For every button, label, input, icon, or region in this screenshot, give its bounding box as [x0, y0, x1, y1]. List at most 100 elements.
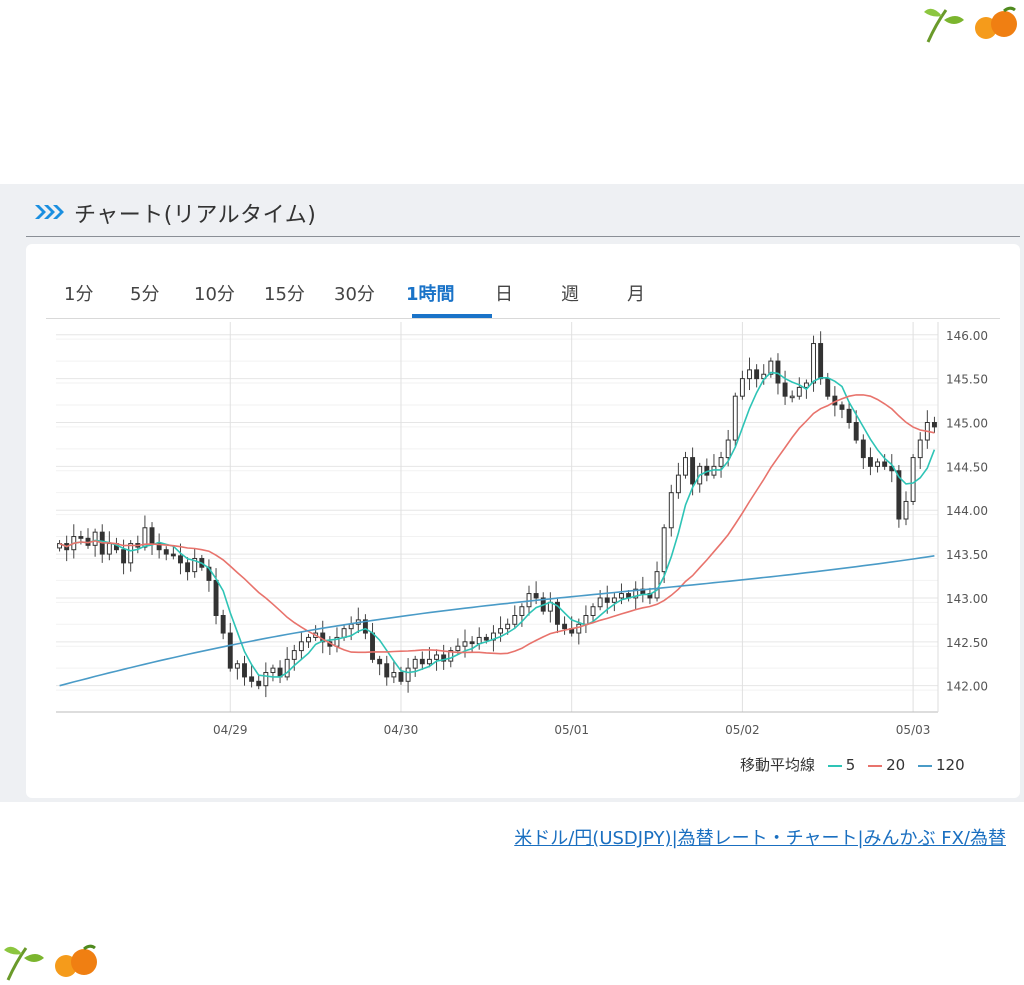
candle-body	[860, 439, 866, 459]
candle-body	[370, 632, 375, 660]
legend-label-20: 20	[886, 756, 906, 774]
candle-body	[533, 593, 539, 599]
candle-body	[839, 404, 845, 410]
candle-body	[263, 672, 269, 687]
ma-line-20	[59, 394, 935, 655]
candle-body	[683, 457, 688, 476]
x-tick-label: 04/29	[213, 723, 248, 737]
candle-body	[739, 378, 745, 397]
candle-body	[931, 422, 937, 428]
candle-body	[298, 641, 304, 652]
leaf-orange-decoration-top	[924, 6, 1017, 43]
candle-body	[256, 680, 262, 687]
y-tick-label: 145.50	[946, 373, 988, 387]
candle-body	[149, 527, 155, 545]
candle-body	[668, 492, 674, 529]
candle-body	[412, 658, 418, 669]
candle-body	[178, 555, 183, 564]
candle-body	[163, 549, 169, 555]
candle-body	[604, 597, 610, 603]
y-tick-label: 142.50	[946, 636, 988, 650]
candle-body	[185, 562, 191, 573]
y-tick-label: 144.00	[946, 504, 988, 518]
legend-swatch-120	[918, 764, 932, 767]
legend-swatch-20	[868, 764, 883, 767]
candle-body	[227, 632, 233, 669]
x-tick-label: 04/30	[384, 723, 419, 737]
y-tick-label: 146.00	[946, 329, 988, 343]
legend-label-120: 120	[936, 756, 965, 774]
price-chart[interactable]: 142.00 142.50 143.00 143.50 144.00 144.50 145.…	[26, 244, 1020, 798]
y-tick-label: 143.50	[946, 548, 988, 562]
candle-body	[234, 663, 240, 669]
candle-body	[583, 615, 589, 625]
candle-body	[377, 658, 383, 665]
y-tick-label: 145.00	[946, 417, 988, 431]
candle-body	[213, 579, 219, 616]
candle-body	[562, 623, 568, 630]
moving-average-legend: 移動平均線 5 20 120	[740, 754, 965, 775]
candle-body	[789, 395, 795, 399]
y-tick-label: 142.00	[946, 680, 988, 694]
candle-body	[675, 474, 681, 494]
candle-body	[882, 461, 888, 467]
x-tick-label: 05/02	[725, 723, 760, 737]
candle-body	[782, 382, 788, 397]
candle-body	[220, 615, 226, 634]
candle-body	[725, 439, 731, 459]
candle-body	[483, 636, 489, 641]
candle-body	[718, 457, 724, 467]
legend-title: 移動平均線	[740, 756, 816, 774]
candle-body	[654, 571, 660, 599]
candle-body	[476, 636, 482, 645]
candle-body	[867, 457, 873, 467]
candle-body	[270, 667, 276, 674]
candle-body	[419, 658, 425, 665]
candle-body	[348, 623, 354, 630]
y-tick-label: 143.00	[946, 592, 988, 606]
candle-body	[121, 549, 127, 564]
candle-body	[128, 543, 134, 564]
candle-body	[796, 386, 802, 397]
candle-body	[92, 531, 98, 546]
candle-body	[391, 672, 397, 678]
candle-body	[170, 553, 176, 557]
candle-body	[426, 658, 432, 665]
candle-body	[853, 422, 859, 441]
candle-body	[306, 636, 311, 643]
candle-body	[434, 654, 439, 660]
candle-body	[341, 628, 347, 638]
panel-header: チャート(リアルタイム)	[26, 184, 1020, 237]
source-link[interactable]: 米ドル/円(USDJPY)|為替レート・チャート|みんかぶ FX/為替	[514, 824, 1006, 850]
candle-body	[512, 615, 518, 625]
legend-label-5: 5	[845, 756, 856, 774]
candle-body	[498, 628, 504, 634]
candle-body	[242, 663, 247, 678]
candle-body	[661, 527, 667, 573]
candle-body	[732, 395, 738, 441]
candle-body	[469, 641, 475, 645]
candle-body	[903, 500, 909, 520]
x-tick-label: 05/01	[554, 723, 589, 737]
x-tick-label: 05/03	[896, 723, 931, 737]
candle-body	[811, 343, 816, 384]
chart-card: 1分 5分 10分 15分 30分 1時間 日 週 月 142.00 142.50…	[26, 244, 1020, 798]
candle-body	[917, 439, 923, 459]
candle-body	[78, 536, 84, 539]
candle-body	[106, 543, 112, 555]
y-tick-label: 144.50	[946, 460, 988, 474]
candle-body	[619, 593, 624, 599]
candle-body	[597, 597, 603, 608]
candle-body	[384, 663, 390, 678]
candle-body	[690, 457, 696, 485]
ma-line-5	[59, 371, 936, 678]
candle-body	[747, 369, 752, 380]
chart-panel: チャート(リアルタイム) 1分 5分 10分 15分 30分 1時間 日 週 月…	[0, 184, 1024, 802]
candle-body	[825, 378, 831, 397]
candle-body	[611, 597, 617, 603]
candle-body	[576, 623, 582, 634]
candle-body	[818, 343, 824, 380]
candle-body	[505, 623, 511, 630]
candle-body	[754, 369, 760, 380]
candle-body	[519, 606, 525, 616]
